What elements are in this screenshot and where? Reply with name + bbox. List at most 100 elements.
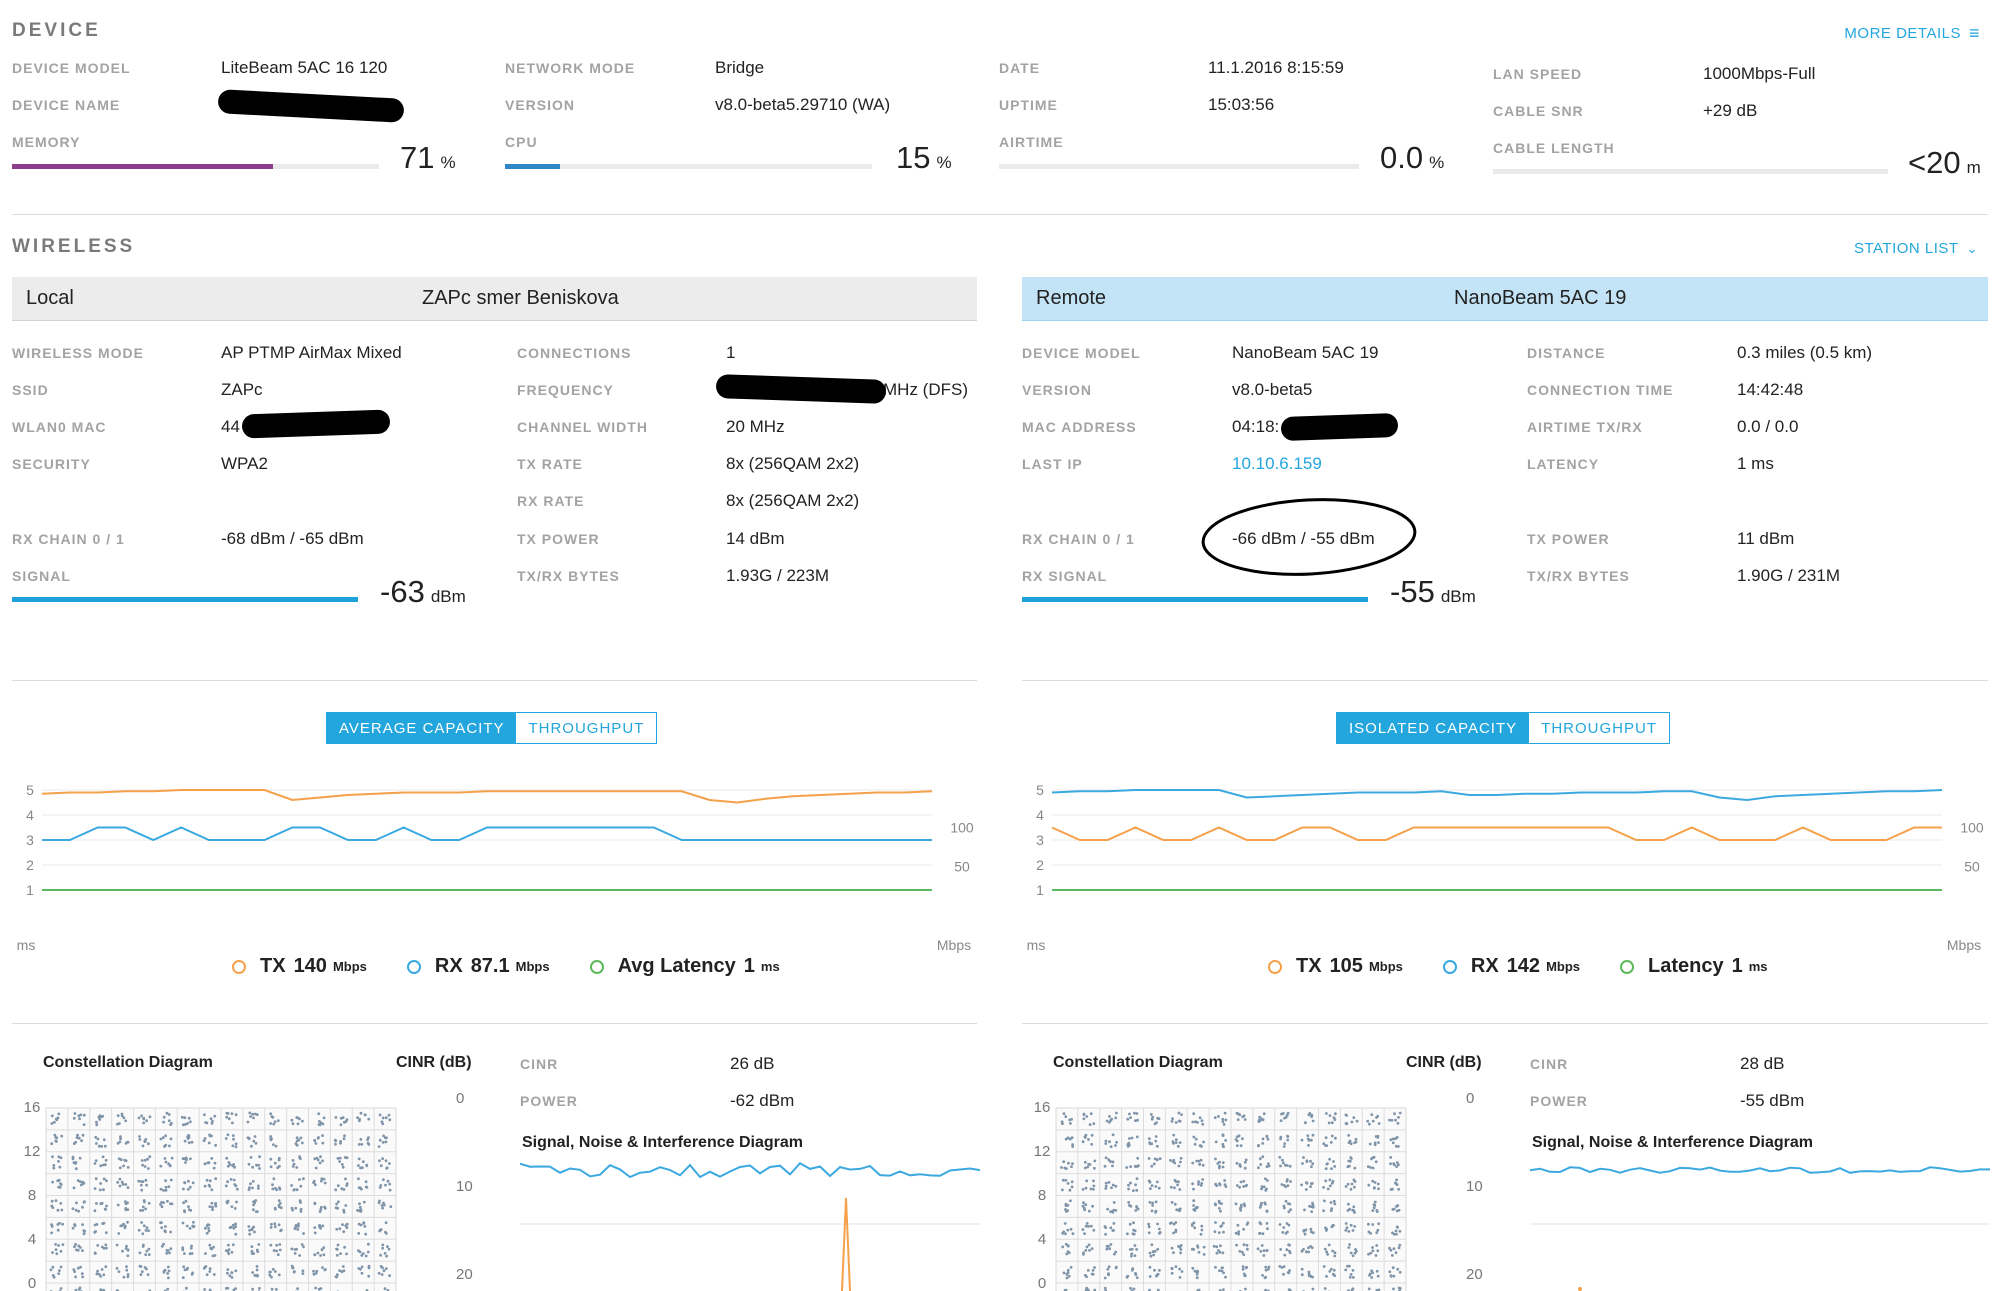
constellation-point <box>181 1123 185 1127</box>
constellation-point <box>203 1184 207 1188</box>
constellation-point <box>1257 1166 1260 1170</box>
constellation-point <box>53 1120 56 1124</box>
constellation-point <box>1154 1139 1158 1143</box>
legend-marker <box>589 959 604 974</box>
more-details-link[interactable]: MORE DETAILS ≡ <box>1844 24 1980 42</box>
tab-throughput-right[interactable]: THROUGHPUT <box>1529 713 1669 743</box>
constellation-point <box>50 1223 53 1227</box>
constellation-point <box>183 1139 187 1143</box>
constellation-point <box>1115 1111 1118 1115</box>
constellation-point <box>1284 1199 1288 1203</box>
cinr-scale-tick: 20 <box>1466 1266 1483 1283</box>
constellation-point <box>1306 1137 1310 1141</box>
constellation-point <box>338 1160 341 1163</box>
constellation-point <box>78 1156 82 1160</box>
constellation-point <box>116 1203 120 1207</box>
constellation-point <box>1257 1144 1260 1148</box>
constellation-point <box>341 1265 345 1268</box>
constellation-point <box>207 1229 211 1233</box>
constellation-point <box>191 1224 195 1228</box>
constellation-point <box>270 1222 273 1226</box>
constellation-point <box>1261 1155 1265 1159</box>
constellation-point <box>1107 1272 1110 1276</box>
constellation-point <box>122 1164 125 1168</box>
constellation-point <box>359 1166 362 1170</box>
last-ip-link[interactable]: 10.10.6.159 <box>1232 454 1322 474</box>
constellation-point <box>250 1245 254 1248</box>
left-constellation-title: Constellation Diagram <box>43 1054 213 1071</box>
constellation-point <box>1344 1268 1348 1272</box>
constellation-point <box>1374 1160 1378 1164</box>
constellation-point <box>139 1265 143 1268</box>
constellation-point <box>298 1117 301 1121</box>
constellation-point <box>140 1114 143 1118</box>
constellation-point <box>97 1115 101 1119</box>
constellation-point <box>1244 1266 1248 1270</box>
constellation-point <box>126 1220 129 1224</box>
constellation-point <box>272 1249 276 1252</box>
constellation-point <box>1193 1142 1197 1146</box>
constellation-point <box>76 1266 80 1270</box>
constellation-point <box>1191 1120 1195 1124</box>
constellation-point <box>378 1113 382 1117</box>
memory-bar-fill <box>12 164 273 169</box>
constellation-point <box>1390 1254 1394 1257</box>
constellation-point <box>1064 1232 1067 1236</box>
constellation-point <box>1367 1287 1371 1291</box>
constellation-point <box>116 1114 120 1117</box>
constellation-point <box>276 1253 280 1257</box>
constellation-point <box>227 1117 231 1121</box>
constellation-point <box>166 1287 170 1291</box>
constellation-point <box>1375 1269 1379 1273</box>
constellation-point <box>323 1268 327 1272</box>
constellation-point <box>142 1199 146 1202</box>
tab-throughput-left[interactable]: THROUGHPUT <box>516 713 657 743</box>
constellation-point <box>1283 1142 1287 1145</box>
constellation-point <box>252 1116 255 1120</box>
cpu-bar-fill <box>505 164 561 169</box>
constellation-point <box>1307 1246 1310 1250</box>
constellation-point <box>1177 1180 1180 1184</box>
constellation-point <box>96 1137 100 1141</box>
constellation-point <box>1309 1205 1313 1208</box>
constellation-point <box>360 1142 364 1146</box>
constellation-point <box>1201 1163 1205 1167</box>
constellation-point <box>298 1178 301 1181</box>
constellation-point <box>1087 1225 1090 1228</box>
constellation-point <box>1344 1122 1348 1125</box>
constellation-point <box>182 1187 185 1191</box>
constellation-point <box>1353 1185 1356 1189</box>
constellation-point <box>124 1159 128 1163</box>
constellation-point <box>95 1202 98 1205</box>
tab-average-capacity[interactable]: AVERAGE CAPACITY <box>327 713 517 743</box>
constellation-point <box>187 1179 190 1183</box>
constellation-point <box>379 1184 383 1187</box>
constellation-point <box>224 1249 228 1252</box>
constellation-point <box>1061 1178 1065 1182</box>
constellation-point <box>1178 1276 1182 1279</box>
constellation-point <box>344 1177 347 1181</box>
constellation-point <box>181 1221 185 1225</box>
constellation-point <box>1323 1247 1327 1251</box>
constellation-point <box>1071 1162 1074 1165</box>
constellation-point <box>1104 1156 1108 1160</box>
constellation-point <box>272 1122 276 1126</box>
constellation-point <box>1246 1247 1249 1251</box>
constellation-point <box>360 1265 364 1269</box>
constellation-point <box>1149 1113 1153 1116</box>
constellation-point <box>147 1253 151 1256</box>
constellation-point <box>1323 1287 1327 1290</box>
constellation-point <box>1238 1163 1242 1166</box>
constellation-point <box>74 1275 77 1279</box>
series-line-rx <box>42 826 932 842</box>
station-list-link[interactable]: STATION LIST ⌄ <box>1854 240 1978 257</box>
constellation-point <box>73 1245 76 1249</box>
tab-isolated-capacity[interactable]: ISOLATED CAPACITY <box>1337 713 1530 743</box>
constellation-point <box>1192 1187 1195 1191</box>
constellation-point <box>1066 1209 1069 1212</box>
constellation-point <box>144 1138 148 1141</box>
constellation-point <box>1243 1160 1247 1164</box>
constellation-point <box>1278 1155 1282 1159</box>
constellation-point <box>1310 1138 1313 1142</box>
tx-power-value: 14 dBm <box>726 529 785 548</box>
